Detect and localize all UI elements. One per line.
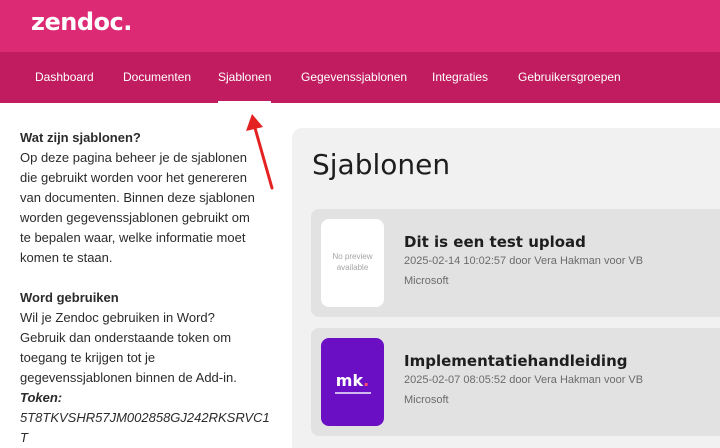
template-title[interactable]: Dit is een test upload bbox=[404, 233, 586, 251]
info-line: te bepalen waar, welke informatie moet bbox=[20, 230, 246, 245]
template-meta: 2025-02-07 08:05:52 door Vera Hakman voo… bbox=[404, 374, 644, 386]
template-card[interactable]: mk. Implementatiehandleiding 2025-02-07 … bbox=[311, 328, 720, 436]
zendoc-logo[interactable]: zendoc. bbox=[31, 8, 132, 36]
nav-sjablonen[interactable]: Sjablonen bbox=[218, 52, 272, 103]
info-line: komen te staan. bbox=[20, 250, 113, 265]
nav-dashboard[interactable]: Dashboard bbox=[35, 52, 94, 103]
token-label: Token: bbox=[20, 390, 63, 405]
main-nav: Dashboard Documenten Sjablonen Gegevenss… bbox=[0, 52, 720, 103]
sjablonen-info-heading: Wat zijn sjablonen? bbox=[20, 130, 141, 145]
word-line: Gebruik dan onderstaande token om bbox=[20, 330, 232, 345]
word-line: toegang te krijgen tot je bbox=[20, 350, 156, 365]
word-line: gegevenssjablonen binnen de Add-in. bbox=[20, 370, 237, 385]
no-preview-thumbnail: No preview available bbox=[321, 219, 384, 307]
mk-logo-icon: mk. bbox=[335, 370, 370, 390]
template-card[interactable]: No preview available Dit is een test upl… bbox=[311, 209, 720, 317]
logo-tagline-mark bbox=[334, 391, 371, 394]
info-line: worden gegevenssjablonen gebruikt om bbox=[20, 210, 250, 225]
preview-text: No preview bbox=[332, 252, 373, 261]
preview-text: available bbox=[336, 263, 369, 272]
info-line: Op deze pagina beheer je de sjablonen bbox=[20, 150, 247, 165]
nav-gebruikersgroepen[interactable]: Gebruikersgroepen bbox=[518, 52, 621, 103]
word-line: Wil je Zendoc gebruiken in Word? bbox=[20, 310, 215, 325]
top-bar: zendoc. bbox=[0, 0, 720, 52]
page-title: Sjablonen bbox=[312, 148, 451, 181]
nav-gegevenssjablonen[interactable]: Gegevenssjablonen bbox=[301, 52, 407, 103]
info-line: van documenten. Binnen deze sjablonen bbox=[20, 190, 255, 205]
word-heading: Word gebruiken bbox=[20, 290, 119, 305]
template-type: Microsoft bbox=[404, 394, 449, 406]
template-type: Microsoft bbox=[404, 275, 449, 287]
mk-logo-thumbnail: mk. bbox=[321, 338, 384, 426]
info-line: die gebruikt worden voor het genereren bbox=[20, 170, 247, 185]
sidebar-info: Wat zijn sjablonen? Op deze pagina behee… bbox=[20, 128, 272, 448]
template-title[interactable]: Implementatiehandleiding bbox=[404, 352, 628, 370]
nav-integraties[interactable]: Integraties bbox=[432, 52, 488, 103]
nav-documenten[interactable]: Documenten bbox=[123, 52, 191, 103]
template-meta: 2025-02-14 10:02:57 door Vera Hakman voo… bbox=[404, 255, 644, 267]
token-value[interactable]: 5T8TKVSHR57JM002858GJ242RKSRVC1T bbox=[20, 408, 272, 448]
